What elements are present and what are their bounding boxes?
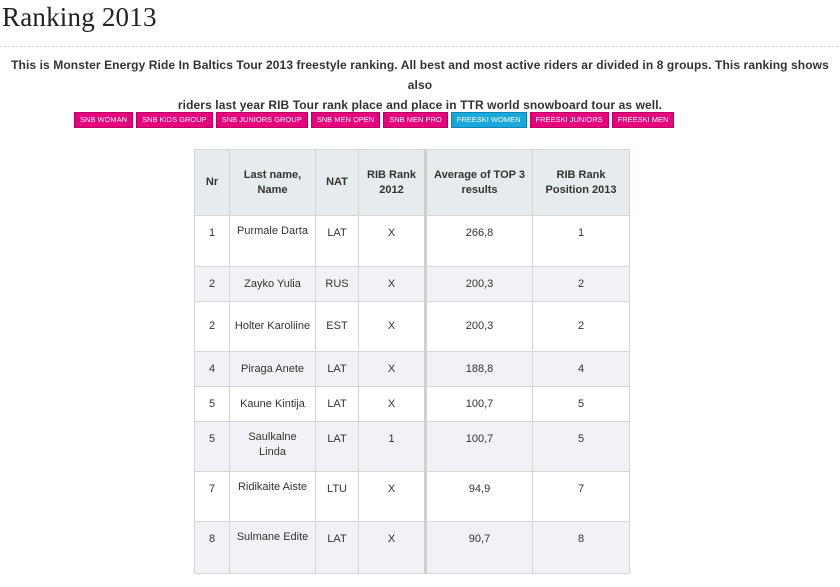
cell-nat: LTU xyxy=(315,471,359,522)
table-row: 8 Sulmane Edite LAT X 90,7 8 xyxy=(194,521,630,574)
cell-nat: RUS xyxy=(315,266,359,302)
tab-snb-juniors-group[interactable]: SNB JUNIORS GROUP xyxy=(215,112,308,128)
tab-snb-men-pro[interactable]: SNB MEN PRO xyxy=(383,112,448,128)
cell-name: Kaune Kintija xyxy=(229,386,316,422)
cell-average: 200,3 xyxy=(424,301,533,352)
cell-position-2013: 2 xyxy=(532,301,630,352)
cell-average: 188,8 xyxy=(424,351,533,387)
table-row: 5 Kaune Kintija LAT X 100,7 5 xyxy=(194,386,630,422)
cell-average: 90,7 xyxy=(424,521,533,574)
table-row: 2 Holter Karoliine EST X 200,3 2 xyxy=(194,301,630,352)
cell-nr: 5 xyxy=(194,386,230,422)
cell-nr: 4 xyxy=(194,351,230,387)
header-nr: Nr xyxy=(194,149,230,216)
title-divider xyxy=(0,46,840,52)
cell-name: Ridikaite Aiste xyxy=(229,471,316,522)
tab-freeski-men[interactable]: FREESKI MEN xyxy=(611,112,675,128)
cell-nr: 2 xyxy=(194,301,230,352)
header-name: Last name, Name xyxy=(229,149,316,216)
cell-nat: EST xyxy=(315,301,359,352)
cell-average: 100,7 xyxy=(424,421,533,472)
intro-line-1: This is Monster Energy Ride In Baltics T… xyxy=(11,58,829,92)
table-header-row: Nr Last name, Name NAT RIB Rank 2012 Ave… xyxy=(194,149,630,216)
cell-nat: LAT xyxy=(315,215,359,267)
tab-freeski-juniors[interactable]: FREESKI JUNIORS xyxy=(529,112,609,128)
cell-position-2013: 4 xyxy=(532,351,630,387)
cell-position-2013: 2 xyxy=(532,266,630,302)
header-rib-position-2013: RIB Rank Position 2013 xyxy=(532,149,630,216)
cell-nat: LAT xyxy=(315,351,359,387)
cell-rib-2012: X xyxy=(358,386,426,422)
cell-nr: 7 xyxy=(194,471,230,522)
cell-rib-2012: X xyxy=(358,471,426,522)
cell-position-2013: 7 xyxy=(532,471,630,522)
tab-snb-woman[interactable]: SNB WOMAN xyxy=(74,112,134,128)
group-tabs: SNB WOMAN SNB KIDS GROUP SNB JUNIORS GRO… xyxy=(74,112,675,128)
header-nat: NAT xyxy=(315,149,359,216)
cell-name: Piraga Anete xyxy=(229,351,316,387)
cell-average: 100,7 xyxy=(424,386,533,422)
cell-position-2013: 5 xyxy=(532,421,630,472)
ranking-table: Nr Last name, Name NAT RIB Rank 2012 Ave… xyxy=(194,149,630,574)
table-row: 4 Piraga Anete LAT X 188,8 4 xyxy=(194,351,630,387)
table-row: 7 Ridikaite Aiste LTU X 94,9 7 xyxy=(194,471,630,522)
cell-rib-2012: X xyxy=(358,351,426,387)
intro-text: This is Monster Energy Ride In Baltics T… xyxy=(0,55,840,115)
cell-nr: 1 xyxy=(194,215,230,267)
cell-rib-2012: X xyxy=(358,215,426,267)
cell-name: Purmale Darta xyxy=(229,215,316,267)
table-row: 1 Purmale Darta LAT X 266,8 1 xyxy=(194,215,630,267)
cell-rib-2012: 1 xyxy=(358,421,426,472)
header-rib-rank-2012: RIB Rank 2012 xyxy=(358,149,426,216)
cell-name: Saulkalne Linda xyxy=(229,421,316,472)
tab-snb-kids-group[interactable]: SNB KIDS GROUP xyxy=(136,112,213,128)
cell-average: 266,8 xyxy=(424,215,533,267)
cell-nat: LAT xyxy=(315,386,359,422)
cell-name: Holter Karoliine xyxy=(229,301,316,352)
table-row: 2 Zayko Yulia RUS X 200,3 2 xyxy=(194,266,630,302)
cell-rib-2012: X xyxy=(358,521,426,574)
cell-name: Zayko Yulia xyxy=(229,266,316,302)
cell-rib-2012: X xyxy=(358,266,426,302)
tab-snb-men-open[interactable]: SNB MEN OPEN xyxy=(310,112,381,128)
cell-average: 94,9 xyxy=(424,471,533,522)
cell-rib-2012: X xyxy=(358,301,426,352)
cell-name: Sulmane Edite xyxy=(229,521,316,574)
cell-nr: 5 xyxy=(194,421,230,472)
cell-position-2013: 1 xyxy=(532,215,630,267)
cell-nat: LAT xyxy=(315,521,359,574)
table-row: 5 Saulkalne Linda LAT 1 100,7 5 xyxy=(194,421,630,472)
header-average-top3: Average of TOP 3 results xyxy=(424,149,533,216)
ranking-table-wrapper: Nr Last name, Name NAT RIB Rank 2012 Ave… xyxy=(194,149,630,574)
cell-average: 200,3 xyxy=(424,266,533,302)
cell-nr: 8 xyxy=(194,521,230,574)
page-title: Ranking 2013 xyxy=(2,2,157,32)
cell-nr: 2 xyxy=(194,266,230,302)
cell-position-2013: 8 xyxy=(532,521,630,574)
tab-freeski-women[interactable]: FREESKI WOMEN xyxy=(450,112,527,128)
cell-nat: LAT xyxy=(315,421,359,472)
cell-position-2013: 5 xyxy=(532,386,630,422)
